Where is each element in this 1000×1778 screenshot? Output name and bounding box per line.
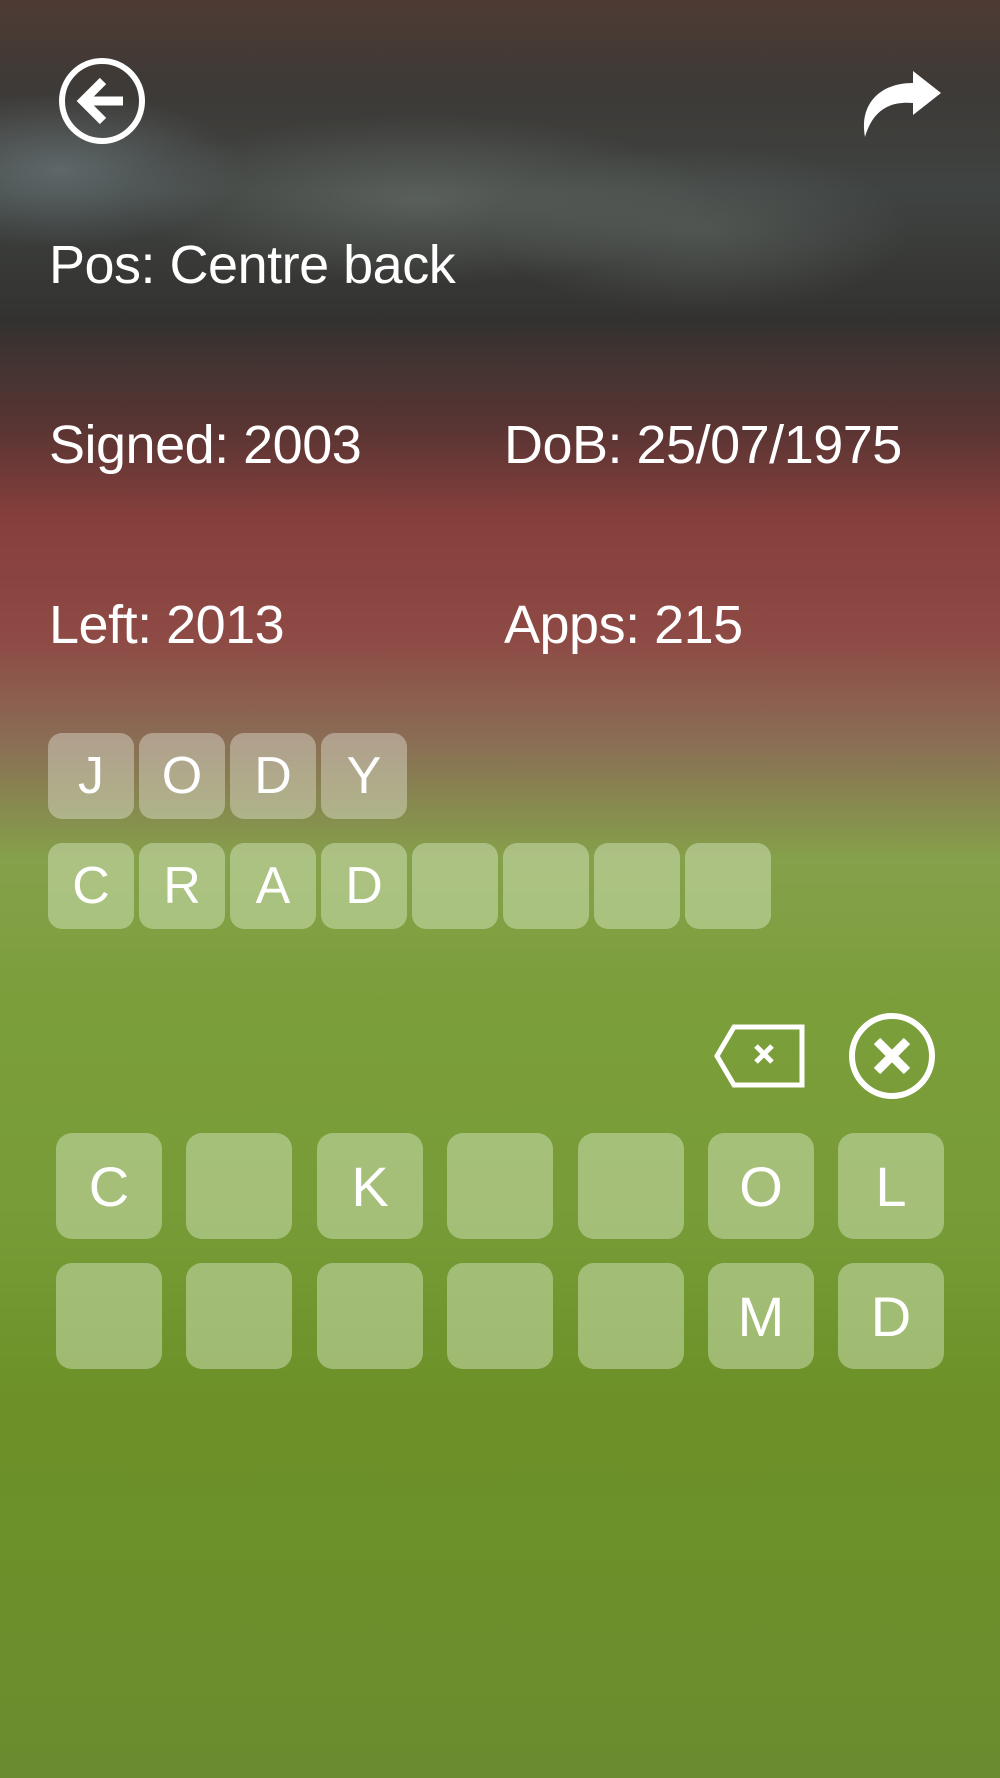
first-name-letter-tile[interactable]: O	[139, 733, 225, 819]
letter-key[interactable]	[447, 1263, 553, 1369]
letter-key[interactable]	[186, 1263, 292, 1369]
letter-key[interactable]: D	[838, 1263, 944, 1369]
position-text: Pos: Centre back	[49, 235, 456, 295]
letter-key[interactable]	[317, 1263, 423, 1369]
left-text: Left: 2013	[49, 595, 285, 655]
dob-text: DoB: 25/07/1975	[504, 415, 902, 475]
letter-key[interactable]: M	[708, 1263, 814, 1369]
last-name-empty-slot[interactable]	[594, 843, 680, 929]
first-name-letter-tile[interactable]: Y	[321, 733, 407, 819]
last-name-empty-slot[interactable]	[685, 843, 771, 929]
backspace-button[interactable]	[714, 1022, 806, 1090]
last-name-letter-tile[interactable]: C	[48, 843, 134, 929]
letter-key[interactable]: O	[708, 1133, 814, 1239]
last-name-empty-slot[interactable]	[503, 843, 589, 929]
last-name-letter-tile[interactable]: A	[230, 843, 316, 929]
first-name-letter-tile[interactable]: J	[48, 733, 134, 819]
last-name-empty-slot[interactable]	[412, 843, 498, 929]
clear-button[interactable]	[847, 1011, 937, 1101]
last-name-letter-tile[interactable]: R	[139, 843, 225, 929]
first-name-letter-tile[interactable]: D	[230, 733, 316, 819]
letter-key[interactable]	[447, 1133, 553, 1239]
back-arrow-circle-icon	[59, 58, 145, 144]
backspace-icon	[714, 1024, 805, 1088]
share-button[interactable]	[855, 60, 945, 150]
clear-circle-icon	[849, 1013, 935, 1099]
letter-key[interactable]	[56, 1263, 162, 1369]
letter-key[interactable]: C	[56, 1133, 162, 1239]
apps-text: Apps: 215	[504, 595, 743, 655]
signed-text: Signed: 2003	[49, 415, 362, 475]
letter-key[interactable]	[186, 1133, 292, 1239]
last-name-letter-tile[interactable]: D	[321, 843, 407, 929]
back-button[interactable]	[57, 56, 147, 146]
letter-key[interactable]: L	[838, 1133, 944, 1239]
letter-key[interactable]	[578, 1133, 684, 1239]
letter-key[interactable]	[578, 1263, 684, 1369]
letter-key[interactable]: K	[317, 1133, 423, 1239]
share-arrow-icon	[863, 71, 941, 137]
